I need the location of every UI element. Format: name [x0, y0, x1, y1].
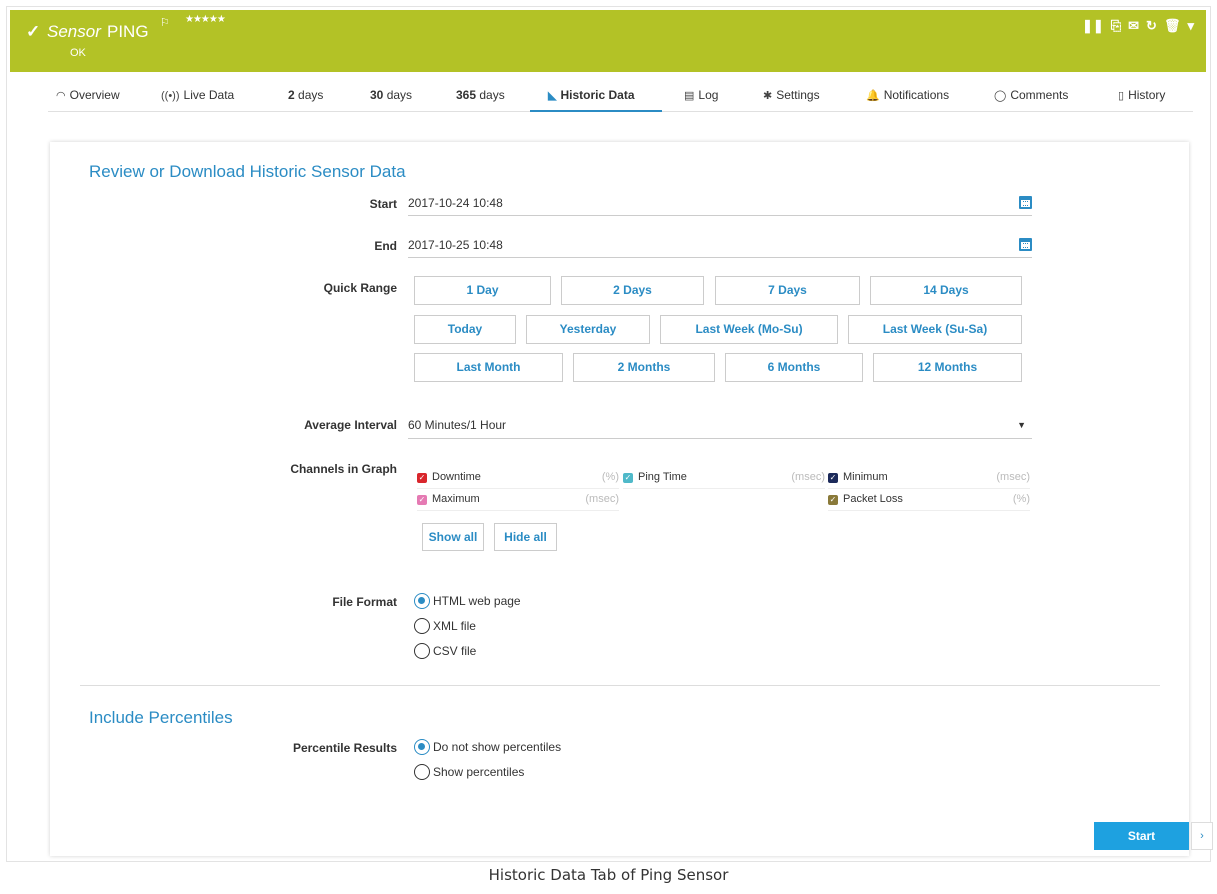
status-text: OK	[70, 47, 86, 59]
quick-range-last-week-mo-su[interactable]: Last Week (Mo-Su)	[660, 315, 838, 344]
sensor-name: PING	[107, 22, 149, 41]
checkbox-checked-icon[interactable]: ✓	[417, 495, 427, 505]
historic-data-panel: Review or Download Historic Sensor Data …	[50, 142, 1189, 856]
start-button[interactable]: Start	[1094, 822, 1189, 850]
checkbox-checked-icon[interactable]: ✓	[828, 495, 838, 505]
file-format-label: File Format	[332, 595, 397, 609]
quick-range-6-months[interactable]: 6 Months	[725, 353, 863, 382]
quick-range-12-months[interactable]: 12 Months	[873, 353, 1022, 382]
quick-range-2-days[interactable]: 2 Days	[561, 276, 704, 305]
more-menu-icon[interactable]: ▾	[1187, 18, 1194, 34]
quick-range-today[interactable]: Today	[414, 315, 516, 344]
channels-label: Channels in Graph	[290, 462, 397, 476]
log-list-icon: ▤	[684, 90, 695, 102]
tab-overview[interactable]: ◠ Overview	[56, 88, 120, 112]
quick-range-last-week-su-sa[interactable]: Last Week (Su-Sa)	[848, 315, 1022, 344]
gauge-icon: ◠	[56, 90, 66, 102]
end-date-value: 2017-10-25 10:48	[408, 238, 503, 252]
comment-bubble-icon: ◯	[994, 90, 1007, 102]
tab-30-days[interactable]: 30 days	[370, 88, 412, 112]
calendar-icon[interactable]	[1019, 238, 1032, 251]
channel-downtime[interactable]: ✓ Downtime (%)	[417, 471, 619, 489]
average-interval-label: Average Interval	[304, 418, 397, 432]
start-date-input[interactable]: 2017-10-24 10:48	[408, 194, 1032, 216]
quick-range-2-months[interactable]: 2 Months	[573, 353, 715, 382]
end-date-input[interactable]: 2017-10-25 10:48	[408, 236, 1032, 258]
live-signal-icon: ((•))	[161, 90, 180, 102]
start-label: Start	[369, 197, 397, 211]
tab-settings[interactable]: ✱ Settings	[763, 88, 820, 112]
bell-icon: 🔔	[866, 90, 880, 102]
calendar-icon[interactable]	[1019, 196, 1032, 209]
quick-range-1-day[interactable]: 1 Day	[414, 276, 551, 305]
tab-comments[interactable]: ◯ Comments	[994, 88, 1068, 112]
history-document-icon: ▯	[1118, 90, 1125, 102]
delete-icon[interactable]: 🗑	[1164, 18, 1181, 34]
radio-selected-icon[interactable]	[414, 593, 430, 609]
quick-range-14-days[interactable]: 14 Days	[870, 276, 1022, 305]
channel-maximum[interactable]: ✓ Maximum (msec)	[417, 493, 619, 511]
quick-range-yesterday[interactable]: Yesterday	[526, 315, 650, 344]
checkbox-checked-icon[interactable]: ✓	[828, 473, 838, 483]
radio-empty-icon[interactable]	[414, 643, 430, 659]
average-interval-value: 60 Minutes/1 Hour	[408, 418, 507, 432]
tab-history[interactable]: ▯ History	[1118, 88, 1165, 112]
sensor-tabs: ◠ Overview ((•)) Live Data 2 days 30 days …	[48, 88, 1193, 112]
area-chart-icon: ◣	[548, 90, 557, 102]
radio-empty-icon[interactable]	[414, 618, 430, 634]
tab-2-days[interactable]: 2 days	[288, 88, 323, 112]
refresh-icon[interactable]: ↻	[1146, 18, 1157, 34]
channel-minimum[interactable]: ✓ Minimum (msec)	[828, 471, 1030, 489]
quick-range-last-month[interactable]: Last Month	[414, 353, 563, 382]
tab-historic-data[interactable]: ◣ Historic Data	[530, 88, 662, 112]
section-title-percentiles: Include Percentiles	[89, 708, 233, 727]
show-all-button[interactable]: Show all	[422, 523, 484, 551]
figure-caption: Historic Data Tab of Ping Sensor	[488, 866, 729, 884]
checkbox-checked-icon[interactable]: ✓	[417, 473, 427, 483]
export-icon[interactable]: ⎘	[1111, 18, 1121, 34]
start-date-value: 2017-10-24 10:48	[408, 196, 503, 210]
channel-packet-loss[interactable]: ✓ Packet Loss (%)	[828, 493, 1030, 511]
tab-live-data[interactable]: ((•)) Live Data	[161, 88, 234, 112]
radio-empty-icon[interactable]	[414, 764, 430, 780]
percentile-results-label: Percentile Results	[292, 741, 397, 755]
pause-icon[interactable]: ❚❚	[1082, 18, 1104, 34]
ok-check-icon: ✓	[26, 22, 41, 41]
tab-365-days[interactable]: 365 days	[456, 88, 505, 112]
tab-log[interactable]: ▤ Log	[684, 88, 718, 112]
chevron-right-icon[interactable]: ›	[1191, 822, 1213, 850]
quick-range-7-days[interactable]: 7 Days	[715, 276, 860, 305]
channel-ping-time[interactable]: ✓ Ping Time (msec)	[623, 471, 825, 489]
header-toolbar: ❚❚ ⎘ ✉ ↻ 🗑 ▾	[1082, 18, 1194, 34]
dropdown-caret-icon: ▼	[1017, 420, 1026, 430]
tab-notifications[interactable]: 🔔 Notifications	[866, 88, 949, 112]
flag-icon[interactable]: ⚐	[160, 16, 170, 29]
section-divider	[80, 685, 1160, 686]
priority-stars[interactable]: ★★★★★	[185, 14, 226, 25]
end-label: End	[374, 239, 397, 253]
checkbox-checked-icon[interactable]: ✓	[623, 473, 633, 483]
sensor-type-label: Sensor	[47, 22, 101, 41]
gear-icon: ✱	[763, 90, 773, 102]
radio-selected-icon[interactable]	[414, 739, 430, 755]
mail-icon[interactable]: ✉	[1128, 18, 1139, 34]
sensor-header: ✓ Sensor PING ⚐ ★★★★★ OK ❚❚ ⎘ ✉ ↻ 🗑 ▾	[10, 10, 1206, 72]
quick-range-label: Quick Range	[323, 281, 397, 295]
hide-all-button[interactable]: Hide all	[494, 523, 557, 551]
section-title-review: Review or Download Historic Sensor Data	[89, 162, 406, 181]
average-interval-select[interactable]: 60 Minutes/1 Hour ▼	[408, 415, 1032, 439]
